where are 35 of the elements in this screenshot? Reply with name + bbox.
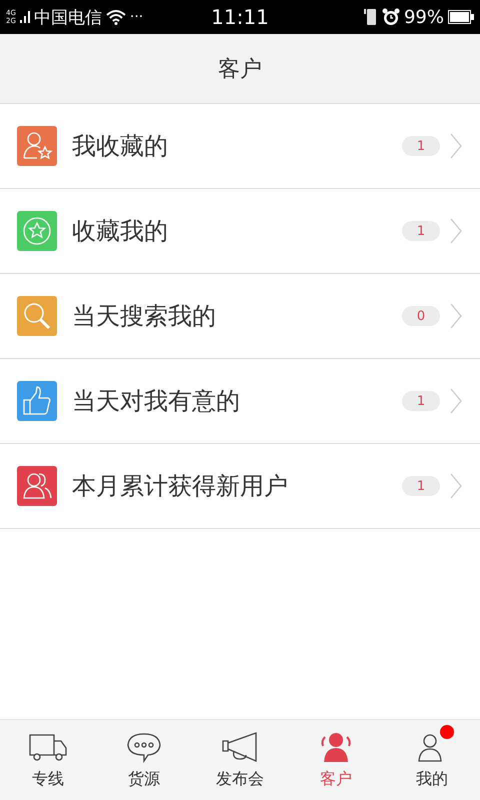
item-label: 收藏我的 [72, 216, 169, 247]
alarm-icon [382, 8, 400, 26]
wifi-icon [106, 9, 126, 25]
count-badge: 1 [402, 221, 440, 241]
chevron-right-icon [450, 473, 462, 499]
chevron-right-icon [450, 303, 462, 329]
item-label: 当天对我有意的 [72, 386, 241, 417]
page-title: 客户 [218, 56, 262, 84]
battery-icon [448, 10, 474, 24]
count-badge: 0 [402, 306, 440, 326]
list-item[interactable]: 当天对我有意的 1 [0, 359, 480, 444]
list-item[interactable]: 本月累计获得新用户 1 [0, 444, 480, 529]
item-label: 本月累计获得新用户 [72, 471, 289, 502]
nav-tab[interactable]: 我的 [384, 720, 480, 800]
item-label: 当天搜索我的 [72, 301, 217, 332]
count-badge: 1 [402, 391, 440, 411]
nav-tab[interactable]: 专线 [0, 720, 96, 800]
more-indicator: ··· [130, 9, 144, 25]
list-item[interactable]: 收藏我的 1 [0, 189, 480, 274]
list-item[interactable]: 当天搜索我的 0 [0, 274, 480, 359]
chevron-right-icon [450, 133, 462, 159]
item-label: 我收藏的 [72, 131, 169, 162]
chevron-right-icon [450, 218, 462, 244]
signal-icon [20, 11, 30, 23]
chevron-right-icon [450, 388, 462, 414]
list-item[interactable]: 我收藏的 1 [0, 104, 480, 189]
nav-tab[interactable]: 货源 [96, 720, 192, 800]
nav-tab[interactable]: 发布会 [192, 720, 288, 800]
carrier-name: 中国电信 [34, 6, 102, 28]
battery-percent: 99% [404, 6, 444, 28]
count-badge: 1 [402, 476, 440, 496]
nav-tab[interactable]: 客户 [288, 720, 384, 800]
count-badge: 1 [402, 136, 440, 156]
clock: 11:11 [211, 5, 269, 29]
vibrate-icon [364, 8, 378, 26]
